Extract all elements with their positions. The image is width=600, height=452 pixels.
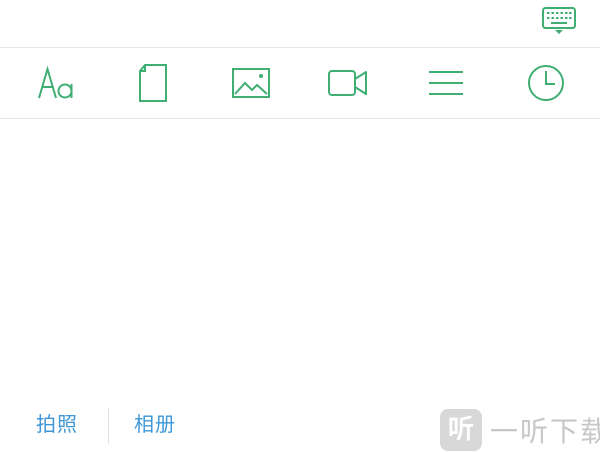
top-divider — [0, 47, 600, 48]
keyboard-dismiss-button[interactable] — [539, 6, 579, 40]
text-format-icon — [36, 63, 76, 103]
video-button[interactable] — [320, 49, 376, 117]
watermark-text: 一听下载 — [490, 415, 600, 448]
document-icon — [136, 62, 170, 104]
keyboard-dismiss-icon — [541, 6, 577, 40]
watermark: 听 一听下载 — [440, 408, 600, 452]
take-photo-button[interactable]: 拍照 — [36, 411, 78, 437]
image-icon — [231, 65, 271, 101]
text-format-button[interactable] — [28, 49, 84, 117]
clock-icon — [526, 63, 566, 103]
video-camera-icon — [327, 66, 369, 100]
image-button[interactable] — [223, 49, 279, 117]
photo-album-button[interactable]: 相册 — [134, 411, 176, 437]
list-icon — [427, 68, 465, 98]
document-button[interactable] — [125, 49, 181, 117]
list-button[interactable] — [418, 49, 474, 117]
bottom-bar-separator — [108, 408, 109, 444]
reminder-button[interactable] — [518, 49, 574, 117]
format-toolbar — [0, 49, 600, 117]
attachment-panel — [0, 119, 600, 389]
watermark-logo: 听 — [440, 409, 482, 451]
